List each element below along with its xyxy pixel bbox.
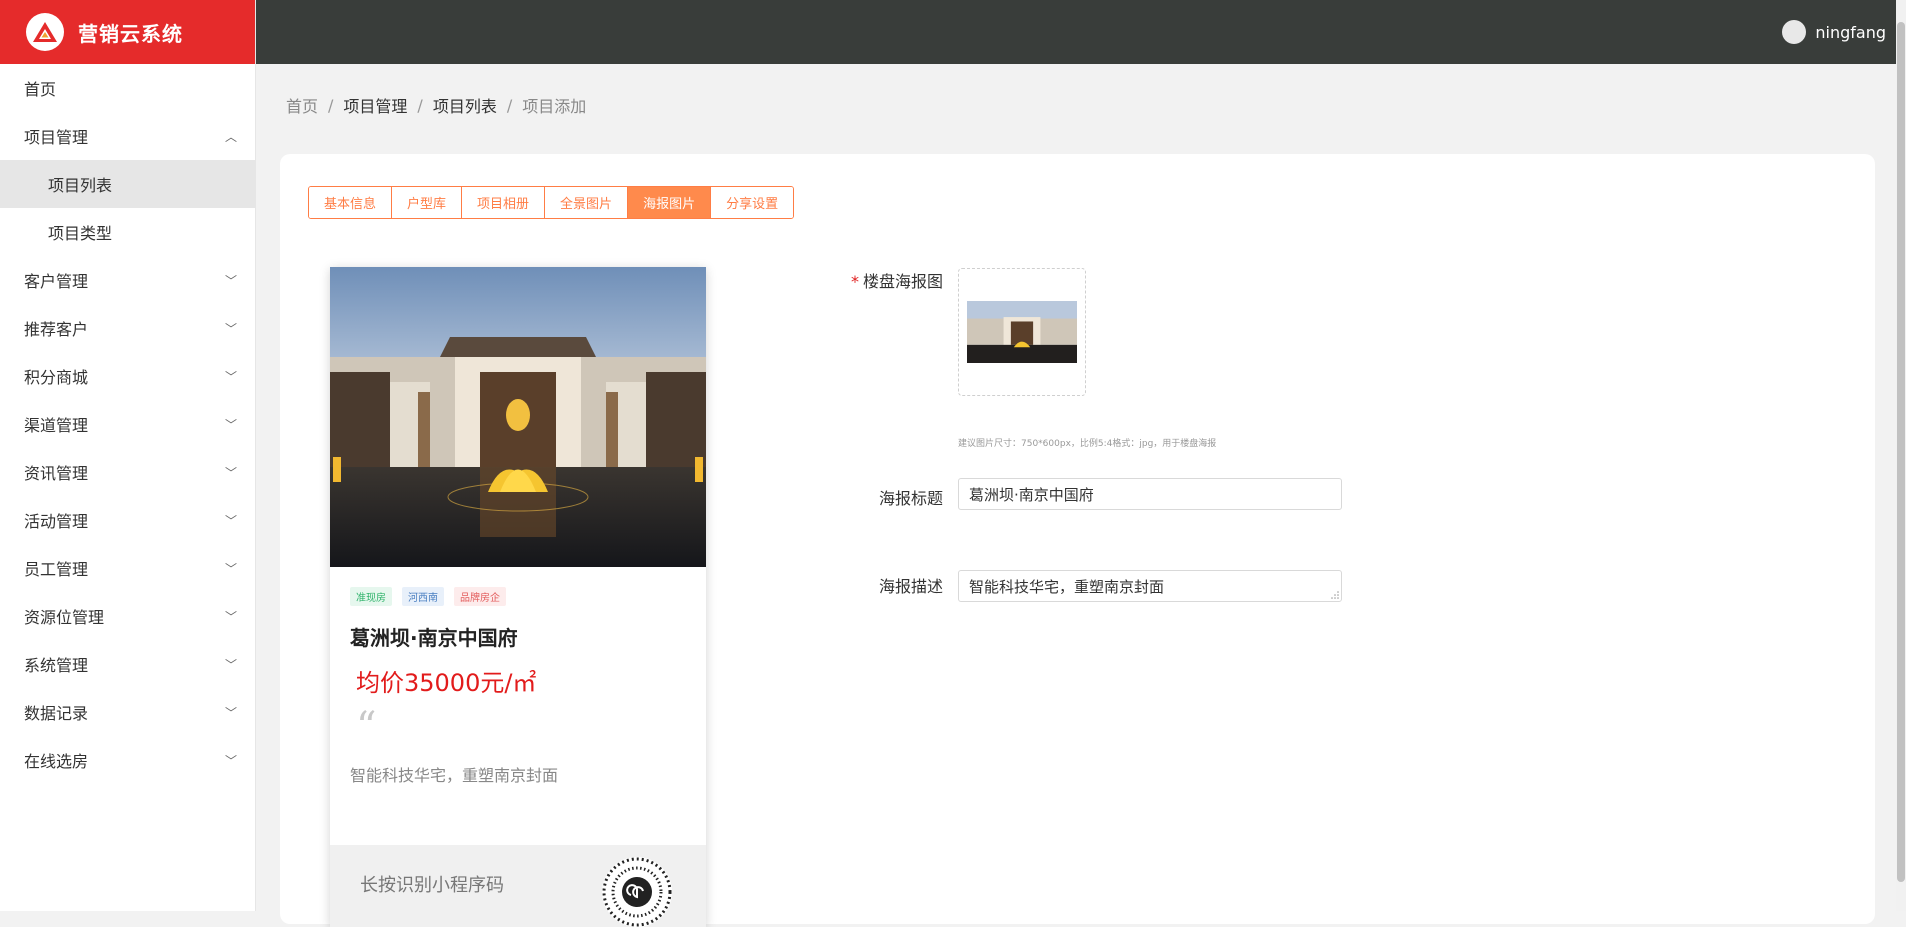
- chevron-down-icon: ﹀: [224, 657, 237, 672]
- required-asterisk: *: [850, 272, 859, 291]
- tag: 河西南: [402, 587, 444, 606]
- poster-preview: 准现房 河西南 品牌房企 葛洲坝·南京中国府 均价35000元/㎡ “ 智能科技…: [330, 267, 706, 927]
- breadcrumb-separator: /: [417, 95, 423, 115]
- sidebar-item-label: 项目列表: [48, 176, 113, 195]
- sidebar-item-label: 资源位管理: [24, 608, 105, 627]
- sidebar-item-customer-management[interactable]: 客户管理 ﹀: [0, 256, 255, 304]
- chevron-down-icon: ﹀: [224, 561, 237, 576]
- poster-body: 准现房 河西南 品牌房企 葛洲坝·南京中国府 均价35000元/㎡ “ 智能科技…: [330, 567, 706, 786]
- app-title: 营销云系统: [78, 21, 183, 46]
- poster-title-label: 海报标题: [878, 489, 943, 508]
- chevron-down-icon: ﹀: [224, 465, 237, 480]
- breadcrumb: 首页 / 项目管理 / 项目列表 / 项目添加: [286, 93, 586, 117]
- breadcrumb-separator: /: [328, 95, 334, 115]
- sidebar-item-label: 数据记录: [24, 704, 89, 723]
- sidebar: 营销云系统 首页 项目管理 ︿ 项目列表 项目类型 客户管理 ﹀ 推荐客户 ﹀ …: [0, 0, 256, 911]
- chevron-up-icon: ︿: [224, 129, 237, 144]
- poster-image-label: * 楼盘海报图: [755, 268, 943, 292]
- sidebar-item-online-room-selection[interactable]: 在线选房 ﹀: [0, 736, 255, 784]
- qr-hint-text: 长按识别小程序码: [360, 875, 504, 896]
- sidebar-nav: 首页 项目管理 ︿ 项目列表 项目类型 客户管理 ﹀ 推荐客户 ﹀ 积分商城 ﹀…: [0, 64, 255, 784]
- poster-price: 均价35000元/㎡: [356, 669, 537, 697]
- chevron-down-icon: ﹀: [224, 369, 237, 384]
- sidebar-item-label: 活动管理: [24, 512, 89, 531]
- poster-footer: 长按识别小程序码: [330, 845, 706, 927]
- sidebar-item-label: 在线选房: [24, 752, 89, 771]
- scrollbar[interactable]: [1896, 0, 1906, 911]
- sidebar-item-news-management[interactable]: 资讯管理 ﹀: [0, 448, 255, 496]
- tab-poster[interactable]: 海报图片: [628, 187, 712, 218]
- poster-title: 葛洲坝·南京中国府: [350, 626, 518, 650]
- top-header: ningfang: [256, 0, 1906, 64]
- poster-title-input[interactable]: [958, 478, 1342, 510]
- logo-icon: [26, 13, 64, 51]
- breadcrumb-project-list[interactable]: 项目列表: [433, 93, 497, 117]
- tab-share-settings[interactable]: 分享设置: [711, 187, 794, 218]
- breadcrumb-separator: /: [506, 95, 513, 115]
- sidebar-item-label: 客户管理: [24, 272, 89, 291]
- scrollbar-thumb[interactable]: [1897, 22, 1905, 882]
- sidebar-item-label: 项目类型: [48, 224, 113, 243]
- poster-image-upload[interactable]: [958, 268, 1086, 396]
- resize-grip-icon[interactable]: [1331, 591, 1339, 599]
- chevron-down-icon: ﹀: [224, 753, 237, 768]
- breadcrumb-current: 项目添加: [522, 97, 587, 116]
- sidebar-item-resource-management[interactable]: 资源位管理 ﹀: [0, 592, 255, 640]
- sidebar-item-label: 推荐客户: [24, 320, 89, 339]
- tab-basic-info[interactable]: 基本信息: [309, 187, 393, 218]
- tab-album[interactable]: 项目相册: [462, 187, 546, 218]
- sidebar-item-recommend-customer[interactable]: 推荐客户 ﹀: [0, 304, 255, 352]
- breadcrumb-home[interactable]: 首页: [286, 93, 318, 117]
- poster-image-label-text: 楼盘海报图: [862, 272, 943, 291]
- poster-description-value: 智能科技华宅，重塑南京封面: [969, 577, 1165, 596]
- chevron-down-icon: ﹀: [224, 273, 237, 288]
- username: ningfang: [1815, 22, 1886, 42]
- sidebar-item-label: 积分商城: [24, 368, 89, 387]
- poster-description-textarea[interactable]: 智能科技华宅，重塑南京封面: [958, 570, 1342, 602]
- app-logo[interactable]: 营销云系统: [0, 0, 255, 64]
- sidebar-item-label: 员工管理: [24, 560, 89, 579]
- breadcrumb-project-management[interactable]: 项目管理: [343, 93, 407, 117]
- image-size-hint: 建议图片尺寸：750*600px，比例5:4格式：jpg，用于楼盘海报: [958, 439, 1217, 449]
- sidebar-item-system-management[interactable]: 系统管理 ﹀: [0, 640, 255, 688]
- sidebar-item-staff-management[interactable]: 员工管理 ﹀: [0, 544, 255, 592]
- poster-image: [330, 267, 706, 567]
- mini-program-code-icon: [602, 857, 672, 927]
- chevron-down-icon: ﹀: [224, 609, 237, 624]
- sidebar-item-channel-management[interactable]: 渠道管理 ﹀: [0, 400, 255, 448]
- poster-description-label: 海报描述: [878, 577, 943, 596]
- tab-bar: 基本信息 户型库 项目相册 全景图片 海报图片 分享设置: [308, 186, 795, 219]
- tag: 准现房: [350, 587, 392, 606]
- sidebar-item-home[interactable]: 首页: [0, 64, 255, 112]
- poster-image-thumbnail: [967, 301, 1077, 363]
- quote-icon: “: [356, 704, 377, 750]
- sidebar-item-data-records[interactable]: 数据记录 ﹀: [0, 688, 255, 736]
- sidebar-item-label: 渠道管理: [24, 416, 89, 435]
- sidebar-item-label: 资讯管理: [24, 464, 89, 483]
- sidebar-item-label: 首页: [24, 80, 57, 99]
- user-menu[interactable]: ningfang: [1782, 20, 1886, 44]
- sidebar-item-points-mall[interactable]: 积分商城 ﹀: [0, 352, 255, 400]
- chevron-down-icon: ﹀: [224, 705, 237, 720]
- tag: 品牌房企: [454, 587, 506, 606]
- avatar: [1782, 20, 1807, 44]
- main-card: 基本信息 户型库 项目相册 全景图片 海报图片 分享设置 准现房 河西南 品牌房…: [280, 154, 1875, 927]
- sidebar-item-project-management[interactable]: 项目管理 ︿: [0, 112, 255, 160]
- sidebar-subitem-project-list[interactable]: 项目列表: [0, 160, 255, 208]
- poster-description: 智能科技华宅，重塑南京封面: [350, 766, 559, 785]
- chevron-down-icon: ﹀: [224, 417, 237, 432]
- tab-panorama[interactable]: 全景图片: [545, 187, 629, 218]
- tab-floor-plans[interactable]: 户型库: [392, 187, 463, 218]
- sidebar-item-label: 系统管理: [24, 656, 89, 675]
- sidebar-item-activity-management[interactable]: 活动管理 ﹀: [0, 496, 255, 544]
- chevron-down-icon: ﹀: [224, 321, 237, 336]
- chevron-down-icon: ﹀: [224, 513, 237, 528]
- sidebar-item-label: 项目管理: [24, 128, 89, 147]
- poster-tags: 准现房 河西南 品牌房企: [350, 587, 686, 606]
- sidebar-subitem-project-type[interactable]: 项目类型: [0, 208, 255, 256]
